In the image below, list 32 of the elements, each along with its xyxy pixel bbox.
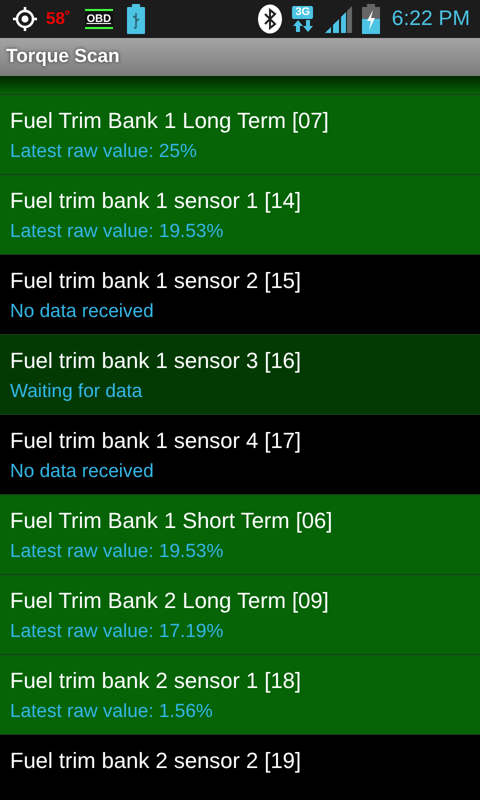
sensor-status: Latest raw value: 25%: [10, 140, 198, 164]
temperature-text: 58˚: [46, 9, 71, 29]
sensor-status: Latest raw value: 17.19%: [10, 620, 224, 644]
clock-text: 6:22 PM: [392, 7, 470, 31]
sensor-row[interactable]: Fuel trim bank 1 sensor 1 [14] Latest raw value: 19.53%: [0, 175, 480, 255]
sensor-name: Fuel Trim Bank 1 Long Term [07]: [10, 107, 330, 135]
sensor-name: Fuel trim bank 2 sensor 2 [19]: [10, 747, 302, 775]
sensor-status: Latest raw value: 1.56%: [10, 700, 214, 724]
sensor-status: No data received: [10, 300, 155, 324]
sensor-name: Fuel trim bank 2 sensor 1 [18]: [10, 667, 302, 695]
sensor-name: Fuel Trim Bank 1 Short Term [06]: [10, 507, 334, 535]
sensor-status: Waiting for data: [10, 380, 144, 404]
sensor-name: Fuel trim bank 1 sensor 4 [17]: [10, 427, 302, 455]
sensor-status: No data received: [10, 460, 155, 484]
obd-icon: OBD: [84, 9, 114, 29]
sensor-row[interactable]: Fuel trim bank 2 sensor 1 [18] Latest raw value: 1.56%: [0, 655, 480, 735]
sensor-row[interactable]: Fuel Trim Bank 2 Long Term [09] Latest raw value: 17.19%: [0, 575, 480, 655]
sensor-name: Fuel trim bank 1 sensor 2 [15]: [10, 267, 302, 295]
battery-charging-icon: [362, 4, 380, 34]
bluetooth-icon: [258, 4, 282, 34]
sensor-status: Latest raw value: 19.53%: [10, 220, 224, 244]
sensor-row[interactable]: Fuel Trim Bank 1 Short Term [06] Latest raw value: 19.53%: [0, 495, 480, 575]
gps-icon: [12, 6, 38, 32]
signal-icon: [324, 5, 352, 33]
usb-battery-icon: [127, 4, 146, 34]
app-title: Torque Scan: [6, 46, 120, 68]
sensor-row[interactable]: Fuel trim bank 1 sensor 3 [16] Waiting for data: [0, 335, 480, 415]
sensor-status: Latest raw value: 19.53%: [10, 540, 224, 564]
sensor-name: Fuel trim bank 1 sensor 1 [14]: [10, 187, 302, 215]
sensor-name: Fuel trim bank 1 sensor 3 [16]: [10, 347, 302, 375]
sensor-row[interactable]: Fuel Trim Bank 1 Long Term [07] Latest raw value: 25%: [0, 95, 480, 175]
sensor-name: Fuel Trim Bank 2 Long Term [09]: [10, 587, 330, 615]
